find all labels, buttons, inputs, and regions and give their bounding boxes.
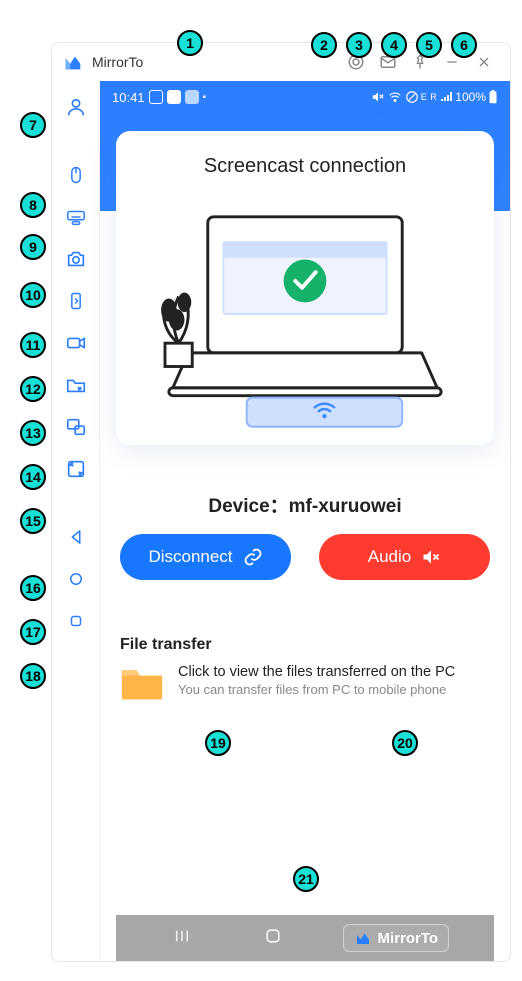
callout-16: 16 bbox=[20, 575, 46, 601]
callout-17: 17 bbox=[20, 619, 46, 645]
audio-label: Audio bbox=[368, 547, 411, 567]
mute-icon bbox=[371, 90, 385, 104]
status-right: E R 100% bbox=[371, 90, 498, 104]
button-row: Disconnect Audio bbox=[116, 534, 494, 580]
device-label: Device： bbox=[208, 496, 288, 517]
fullscreen-icon[interactable] bbox=[56, 449, 96, 489]
status-more-icon: • bbox=[203, 92, 208, 103]
callout-20: 20 bbox=[392, 730, 418, 756]
screencast-card: Screencast connection bbox=[116, 131, 494, 445]
signal-icon bbox=[439, 91, 453, 103]
keyboard-icon[interactable] bbox=[56, 197, 96, 237]
device-name: mf-xuruowei bbox=[289, 496, 402, 517]
file-transfer-line1: Click to view the files transferred on t… bbox=[178, 664, 455, 680]
video-record-icon[interactable] bbox=[56, 323, 96, 363]
battery-percent: 100% bbox=[455, 90, 486, 104]
android-status-bar: 10:41 • E R 100% bbox=[100, 81, 510, 113]
callout-10: 10 bbox=[20, 282, 46, 308]
callout-21: 21 bbox=[293, 866, 319, 892]
callout-1: 1 bbox=[177, 30, 203, 56]
android-nav-bar: MirrorTo bbox=[116, 915, 494, 961]
callout-15: 15 bbox=[20, 508, 46, 534]
callout-18: 18 bbox=[20, 663, 46, 689]
disconnect-button[interactable]: Disconnect bbox=[120, 534, 291, 580]
back-icon[interactable] bbox=[56, 517, 96, 557]
folder-transfer-icon[interactable] bbox=[56, 365, 96, 405]
folder-icon bbox=[120, 664, 164, 702]
callout-7: 7 bbox=[20, 112, 46, 138]
callout-5: 5 bbox=[416, 32, 442, 58]
nav-brand-pill[interactable]: MirrorTo bbox=[343, 924, 450, 952]
app-body: 10:41 • E R 100% iMyFone MirrorTo bbox=[52, 81, 510, 961]
brand-logo-icon bbox=[354, 929, 372, 947]
device-line: Device：mf-xuruowei bbox=[116, 445, 494, 534]
callout-12: 12 bbox=[20, 376, 46, 402]
account-icon[interactable] bbox=[56, 87, 96, 127]
link-icon bbox=[243, 547, 263, 567]
file-transfer-line2: You can transfer files from PC to mobile… bbox=[178, 682, 455, 697]
file-transfer-row[interactable]: Click to view the files transferred on t… bbox=[116, 664, 494, 702]
callout-14: 14 bbox=[20, 464, 46, 490]
status-app-icon bbox=[167, 90, 181, 104]
status-app-icon bbox=[149, 90, 163, 104]
app-title: MirrorTo bbox=[92, 54, 143, 70]
file-transfer-title: File transfer bbox=[116, 636, 494, 654]
recents-icon[interactable] bbox=[56, 601, 96, 641]
audio-button[interactable]: Audio bbox=[319, 534, 490, 580]
callout-6: 6 bbox=[451, 32, 477, 58]
callout-3: 3 bbox=[346, 32, 372, 58]
nav-brand-label: MirrorTo bbox=[378, 930, 439, 947]
camera-icon[interactable] bbox=[56, 239, 96, 279]
battery-icon bbox=[488, 90, 498, 104]
no-sim-icon bbox=[405, 90, 419, 104]
callout-8: 8 bbox=[20, 192, 46, 218]
status-time: 10:41 bbox=[112, 90, 145, 105]
home-icon[interactable] bbox=[56, 559, 96, 599]
card-title: Screencast connection bbox=[130, 155, 480, 178]
mirrored-screen: 10:41 • E R 100% iMyFone MirrorTo bbox=[100, 81, 510, 961]
nav-recents-icon[interactable] bbox=[161, 921, 203, 956]
phone-content: Screencast connection bbox=[100, 211, 510, 961]
callout-19: 19 bbox=[205, 730, 231, 756]
wifi-icon bbox=[387, 90, 403, 104]
disconnect-label: Disconnect bbox=[148, 547, 232, 567]
callout-13: 13 bbox=[20, 420, 46, 446]
nav-home-icon[interactable] bbox=[253, 920, 293, 957]
toolbar-sidebar bbox=[52, 81, 100, 961]
app-window: MirrorTo bbox=[51, 42, 511, 962]
speaker-mute-icon bbox=[421, 547, 441, 567]
network-type: E R bbox=[421, 92, 438, 102]
callout-4: 4 bbox=[381, 32, 407, 58]
screencast-illustration bbox=[130, 194, 480, 434]
status-app-icon bbox=[185, 90, 199, 104]
callout-11: 11 bbox=[20, 332, 46, 358]
phone-screen-icon[interactable] bbox=[56, 281, 96, 321]
mouse-icon[interactable] bbox=[56, 155, 96, 195]
app-logo-icon bbox=[62, 51, 84, 73]
mirror-cast-icon[interactable] bbox=[56, 407, 96, 447]
callout-2: 2 bbox=[311, 32, 337, 58]
callout-9: 9 bbox=[20, 234, 46, 260]
